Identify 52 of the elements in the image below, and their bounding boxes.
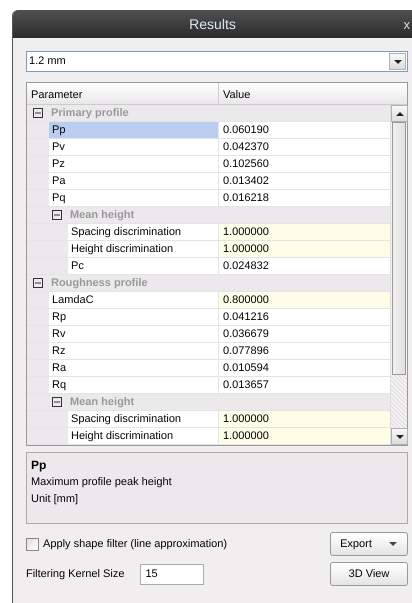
parameter-value: 0.013402: [222, 174, 270, 189]
parameter-value[interactable]: 0.800000: [219, 292, 390, 308]
group-label: Roughness profile: [51, 276, 148, 291]
group-label: Mean height: [70, 208, 134, 223]
parameter-value: 0.013657: [222, 378, 270, 393]
parameter-value: 0.042370: [222, 140, 270, 155]
parameter-value: 0.041216: [222, 310, 270, 325]
kernel-size-field[interactable]: 15: [140, 564, 204, 584]
parameter-value[interactable]: 1.000000: [219, 224, 390, 240]
description-title: Pp: [31, 457, 48, 474]
parameter-name[interactable]: Pa: [49, 173, 219, 189]
parameter-name[interactable]: Pv: [49, 139, 219, 155]
parameter-name[interactable]: Pq: [49, 190, 219, 206]
parameter-value: 0.060190: [222, 123, 270, 138]
scrollbar[interactable]: [390, 105, 407, 445]
description-text: Maximum profile peak height: [31, 475, 173, 490]
view-button[interactable]: 3D View: [330, 562, 408, 586]
scroll-thumb[interactable]: [392, 122, 406, 375]
parameter-name[interactable]: Pc: [68, 258, 219, 274]
parameter-value[interactable]: 1.000000: [219, 241, 390, 257]
collapse-icon[interactable]: [33, 278, 43, 288]
parameter-value: 0.036679: [222, 327, 270, 342]
checkbox-label: Apply shape filter (line approximation): [43, 536, 228, 552]
close-button[interactable]: x: [404, 15, 410, 34]
export-button[interactable]: Export: [330, 532, 408, 556]
group-label: Mean height: [70, 395, 134, 410]
parameter-value: 0.010594: [222, 361, 270, 376]
size-dropdown[interactable]: 1.2 mm: [26, 51, 408, 72]
column-header[interactable]: Parameter: [27, 83, 219, 104]
parameter-name[interactable]: Rz: [49, 343, 219, 359]
parameter-value: 0.024832: [222, 259, 270, 274]
collapse-icon[interactable]: [33, 108, 43, 118]
description-text: Unit [mm]: [31, 492, 80, 506]
parameter-name[interactable]: Ra: [49, 360, 219, 376]
parameter-value: 0.102560: [222, 157, 270, 172]
parameter-name[interactable]: Rp: [49, 309, 219, 325]
window-title: Results: [189, 14, 236, 34]
field-label: Filtering Kernel Size: [26, 566, 124, 582]
collapse-icon[interactable]: [52, 397, 62, 407]
parameter-value[interactable]: 1.000000: [219, 411, 390, 427]
column-header[interactable]: Value: [219, 83, 407, 104]
parameter-name[interactable]: Rq: [49, 377, 219, 393]
checkbox[interactable]: [26, 538, 39, 550]
parameter-name[interactable]: Pz: [49, 156, 219, 172]
parameter-name[interactable]: Pp: [49, 122, 219, 138]
parameter-value: 0.016218: [222, 191, 270, 206]
parameter-name[interactable]: Rv: [49, 326, 219, 342]
parameter-value[interactable]: 1.000000: [219, 428, 390, 444]
collapse-icon[interactable]: [52, 210, 62, 220]
group-label: Primary profile: [51, 106, 129, 121]
parameter-value: 0.077896: [222, 344, 270, 359]
caret-icon[interactable]: [388, 539, 398, 549]
